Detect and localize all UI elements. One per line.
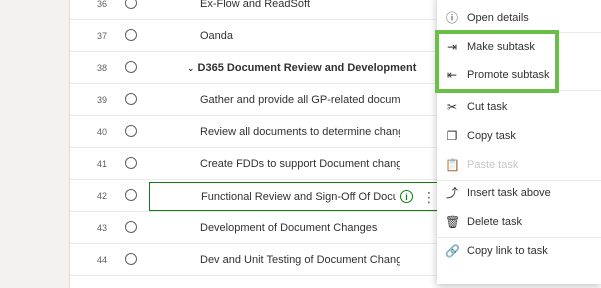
promote-subtask-icon: ⇤ [446, 68, 458, 82]
menu-item-label: Copy link to task [467, 245, 548, 257]
menu-item-label: Make subtask [467, 41, 535, 53]
row-number: 36 [96, 0, 107, 9]
complete-task-checkbox[interactable] [125, 189, 137, 201]
row-number: 38 [96, 63, 107, 73]
menu-item-open-details[interactable]: ⓘ Open details [437, 4, 601, 32]
chevron-down-icon[interactable]: ⌄ [187, 63, 195, 73]
menu-item-cut-task[interactable]: ✂ Cut task [437, 93, 601, 121]
row-number: 42 [96, 191, 107, 201]
trash-icon: 🗑 [445, 215, 461, 229]
task-name[interactable]: Review all documents to determine change… [200, 116, 400, 148]
menu-item-label: Promote subtask [467, 69, 550, 81]
info-icon[interactable]: i [400, 190, 413, 203]
task-name[interactable]: Gather and provide all GP-related docume… [200, 84, 400, 116]
complete-task-checkbox[interactable] [125, 125, 137, 137]
insert-above-icon: ⤴ [445, 186, 458, 200]
task-name[interactable]: Functional Review and Sign-Off Of Docu [201, 181, 396, 213]
row-number: 43 [96, 223, 107, 233]
complete-task-checkbox[interactable] [125, 221, 137, 233]
scissors-icon: ✂ [446, 100, 458, 114]
menu-item-label: Paste task [467, 159, 519, 171]
paste-icon: 📋 [445, 158, 460, 172]
more-options-icon[interactable]: ⋮ [422, 187, 436, 207]
menu-item-copy-link[interactable]: 🔗 Copy link to task [437, 237, 601, 265]
menu-item-label: Delete task [467, 216, 523, 228]
menu-divider [437, 90, 601, 91]
complete-task-checkbox[interactable] [125, 253, 137, 265]
parent-task-name[interactable]: ⌄ D365 Document Review and Development [187, 52, 427, 84]
menu-item-delete-task[interactable]: 🗑 Delete task [437, 208, 601, 236]
menu-item-paste-task: 📋 Paste task [437, 151, 601, 179]
task-name-cell-selected[interactable]: Functional Review and Sign-Off Of Docu i… [149, 182, 439, 211]
complete-task-checkbox[interactable] [125, 61, 137, 73]
task-name[interactable]: Dev and Unit Testing of Document Changes [200, 244, 400, 276]
menu-item-label: Copy task [467, 130, 516, 142]
row-number: 37 [96, 31, 107, 41]
row-number: 41 [96, 159, 107, 169]
menu-item-label: Insert task above [467, 187, 551, 199]
complete-task-checkbox[interactable] [125, 93, 137, 105]
info-icon: ⓘ [445, 11, 458, 25]
menu-item-insert-task-above[interactable]: ⤴ Insert task above [437, 179, 601, 207]
copy-icon: ❐ [446, 129, 458, 143]
complete-task-checkbox[interactable] [125, 0, 137, 9]
link-icon: 🔗 [445, 244, 460, 258]
menu-item-copy-task[interactable]: ❐ Copy task [437, 122, 601, 150]
row-number: 44 [96, 255, 107, 265]
parent-task-label: D365 Document Review and Development [197, 62, 417, 74]
menu-item-promote-subtask[interactable]: ⇤ Promote subtask [437, 61, 601, 89]
menu-item-make-subtask[interactable]: ⇥ Make subtask [437, 33, 601, 61]
row-number: 40 [96, 127, 107, 137]
task-name[interactable]: Ex-Flow and ReadSoft [200, 0, 400, 20]
task-name[interactable]: Oanda [200, 20, 400, 52]
complete-task-checkbox[interactable] [125, 29, 137, 41]
task-name[interactable]: Development of Document Changes [200, 212, 400, 244]
menu-item-label: Open details [467, 12, 529, 24]
row-number: 39 [96, 95, 107, 105]
task-context-menu: ⓘ Open details ⇥ Make subtask ⇤ Promote … [437, 0, 601, 284]
task-name[interactable]: Create FDDs to support Document change r… [200, 148, 400, 180]
complete-task-checkbox[interactable] [125, 157, 137, 169]
make-subtask-icon: ⇥ [446, 40, 458, 54]
menu-item-label: Cut task [467, 101, 508, 113]
